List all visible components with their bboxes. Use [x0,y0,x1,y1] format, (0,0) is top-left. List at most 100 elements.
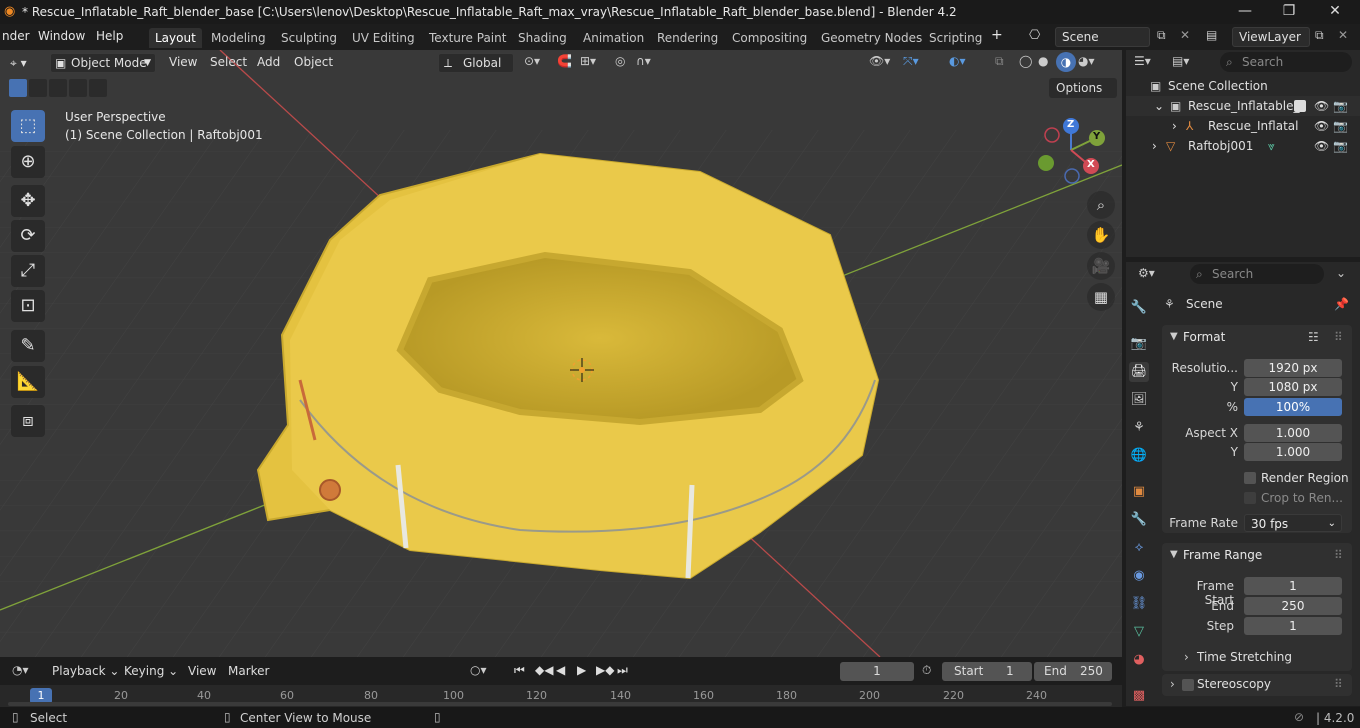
tab-rendering[interactable]: Rendering [651,28,724,48]
tab-animation[interactable]: Animation [577,28,650,48]
camera-icon[interactable]: 📷 [1333,116,1348,136]
crop-checkbox[interactable] [1244,492,1256,504]
tab-uv-editing[interactable]: UV Editing [346,28,421,48]
data-tab-icon[interactable]: ▽ [1129,622,1149,642]
aspect-x-field[interactable]: 1.000 [1244,424,1342,442]
maximize-button[interactable]: ❐ [1266,0,1312,24]
next-keyframe-icon[interactable]: ▶◆ [596,663,614,677]
view-layer-tab-icon[interactable]: 🖼 [1129,390,1149,410]
play-reverse-icon[interactable]: ◀ [556,663,565,677]
texture-tab-icon[interactable]: ▩ [1129,686,1149,706]
frame-rate-dropdown[interactable]: 30 fps ⌄ [1244,514,1342,532]
frame-start-field[interactable]: 1 [1244,577,1342,595]
time-stretching-subpanel[interactable]: Time Stretching [1197,650,1292,664]
play-icon[interactable]: ▶ [577,663,586,677]
pan-button[interactable]: ✋ [1087,221,1115,249]
timeline-scrollbar[interactable] [8,702,1112,706]
eye-icon[interactable]: 👁 [1314,96,1329,116]
mode-selector[interactable]: ▣ Object Mode ▼ [50,53,156,73]
xray-icon[interactable]: ⧉ [995,54,1004,69]
marker-menu[interactable]: Marker [228,664,269,678]
jump-end-icon[interactable]: ⏭ [617,663,628,678]
current-frame-field[interactable]: 1 [840,662,914,681]
timeline-ruler[interactable]: 1 20 40 60 80 100 120 140 160 180 200 22… [0,685,1122,707]
tool-tab-icon[interactable]: 🔧 [1129,298,1149,318]
properties-editor-icon[interactable]: ⚙▾ [1138,266,1155,280]
tab-shading[interactable]: Shading [512,28,573,48]
material-tab-icon[interactable]: ◕ [1129,650,1149,670]
menu-view[interactable]: View [169,55,197,69]
expand-arrow-icon[interactable]: ⌄ [1154,96,1164,116]
expand-arrow-icon[interactable]: › [1184,650,1189,664]
drag-handle-icon[interactable]: ⠿ [1334,330,1343,344]
select-intersect-icon[interactable] [89,79,107,97]
collapse-arrow-icon[interactable]: ▼ [1170,549,1178,560]
menu-object[interactable]: Object [294,55,333,69]
new-view-layer-icon[interactable]: ⧉ [1315,28,1324,43]
chevron-down-icon[interactable]: ⌄ [1336,266,1346,280]
record-icon[interactable]: ○▾ [470,663,487,677]
end-frame-field[interactable]: End 250 [1034,662,1112,681]
tab-geometry-nodes[interactable]: Geometry Nodes [815,28,928,48]
add-workspace-button[interactable]: + [991,27,1003,43]
display-mode-icon[interactable]: ▤▾ [1172,54,1189,68]
properties-search-input[interactable]: ⌕ Search [1190,264,1324,284]
wireframe-shading-icon[interactable]: ◯ [1019,54,1032,68]
scene-selector[interactable]: Scene [1055,27,1150,47]
pin-icon[interactable]: 📌 [1334,297,1349,311]
outliner-item-rescue-empty[interactable]: › ⅄ Rescue_Inflatal 👁 📷 [1126,116,1360,136]
world-tab-icon[interactable]: 🌐 [1129,446,1149,466]
zoom-button[interactable]: ⌕ [1087,191,1115,219]
annotate-tool[interactable]: ✎ [11,330,45,362]
resolution-y-field[interactable]: 1080 px [1244,378,1342,396]
outliner-item-rescue-collection[interactable]: ⌄ ▣ Rescue_Inflatable_ 👁 📷 [1126,96,1360,116]
cursor-tool[interactable]: ⊕ [11,146,45,178]
tab-compositing[interactable]: Compositing [726,28,813,48]
scale-tool[interactable]: ⤢ [11,255,45,287]
menu-window[interactable]: Window [38,29,85,43]
proportional-edit-icon[interactable]: ◎ [615,54,625,68]
drag-handle-icon[interactable]: ⠿ [1334,677,1343,691]
outliner-item-raftobj001[interactable]: › ▽ Raftobj001 ⩔ 👁 📷 [1126,136,1360,156]
presets-icon[interactable]: ☷ [1308,330,1319,344]
physics-tab-icon[interactable]: ◉ [1129,566,1149,586]
select-subtract-icon[interactable] [49,79,67,97]
camera-icon[interactable]: 📷 [1333,96,1348,116]
timeline-view-menu[interactable]: View [188,664,216,678]
minimize-button[interactable]: — [1222,0,1268,24]
snap-target-icon[interactable]: ⊞▾ [580,54,596,68]
transform-orientation-selector[interactable]: ⟂ Global [438,53,514,73]
outliner-editor-icon[interactable]: ☰▾ [1134,54,1151,68]
menu-select[interactable]: Select [210,55,247,69]
rotate-tool[interactable]: ⟳ [11,220,45,252]
camera-view-button[interactable]: 🎥 [1087,252,1115,280]
visibility-icon[interactable]: 👁▾ [869,54,890,68]
modifier-tab-icon[interactable]: 🔧 [1129,510,1149,530]
eye-icon[interactable]: 👁 [1314,136,1329,156]
solid-shading-icon[interactable]: ● [1038,54,1048,68]
tab-texture-paint[interactable]: Texture Paint [423,28,512,48]
editor-type-button[interactable]: ⌖ ▾ [10,53,44,73]
playback-menu[interactable]: Playback ⌄ [52,664,119,678]
new-scene-icon[interactable]: ⧉ [1157,28,1166,43]
aspect-y-field[interactable]: 1.000 [1244,443,1342,461]
move-tool[interactable]: ✥ [11,185,45,217]
measure-tool[interactable]: 📐 [11,366,45,398]
select-new-icon[interactable] [9,79,27,97]
render-tab-icon[interactable]: 📷 [1129,334,1149,354]
select-box-tool[interactable]: ⬚ [11,110,45,142]
overlays-icon[interactable]: ◐▾ [949,54,966,68]
falloff-icon[interactable]: ∩▾ [636,54,651,68]
menu-help[interactable]: Help [96,29,123,43]
transform-tool[interactable]: ⊡ [11,290,45,322]
frame-step-field[interactable]: 1 [1244,617,1342,635]
material-shading-icon[interactable]: ◑ [1056,52,1076,72]
resolution-percent-slider[interactable]: 100% [1244,398,1342,416]
outliner-item-scene-collection[interactable]: ▣ Scene Collection [1126,76,1360,96]
jump-start-icon[interactable]: ⏮ [514,663,525,678]
tab-layout[interactable]: Layout [149,28,202,48]
preview-range-icon[interactable]: ⏱ [922,663,931,678]
expand-arrow-icon[interactable]: › [1172,116,1177,136]
resolution-x-field[interactable]: 1920 px [1244,359,1342,377]
menu-add[interactable]: Add [257,55,280,69]
